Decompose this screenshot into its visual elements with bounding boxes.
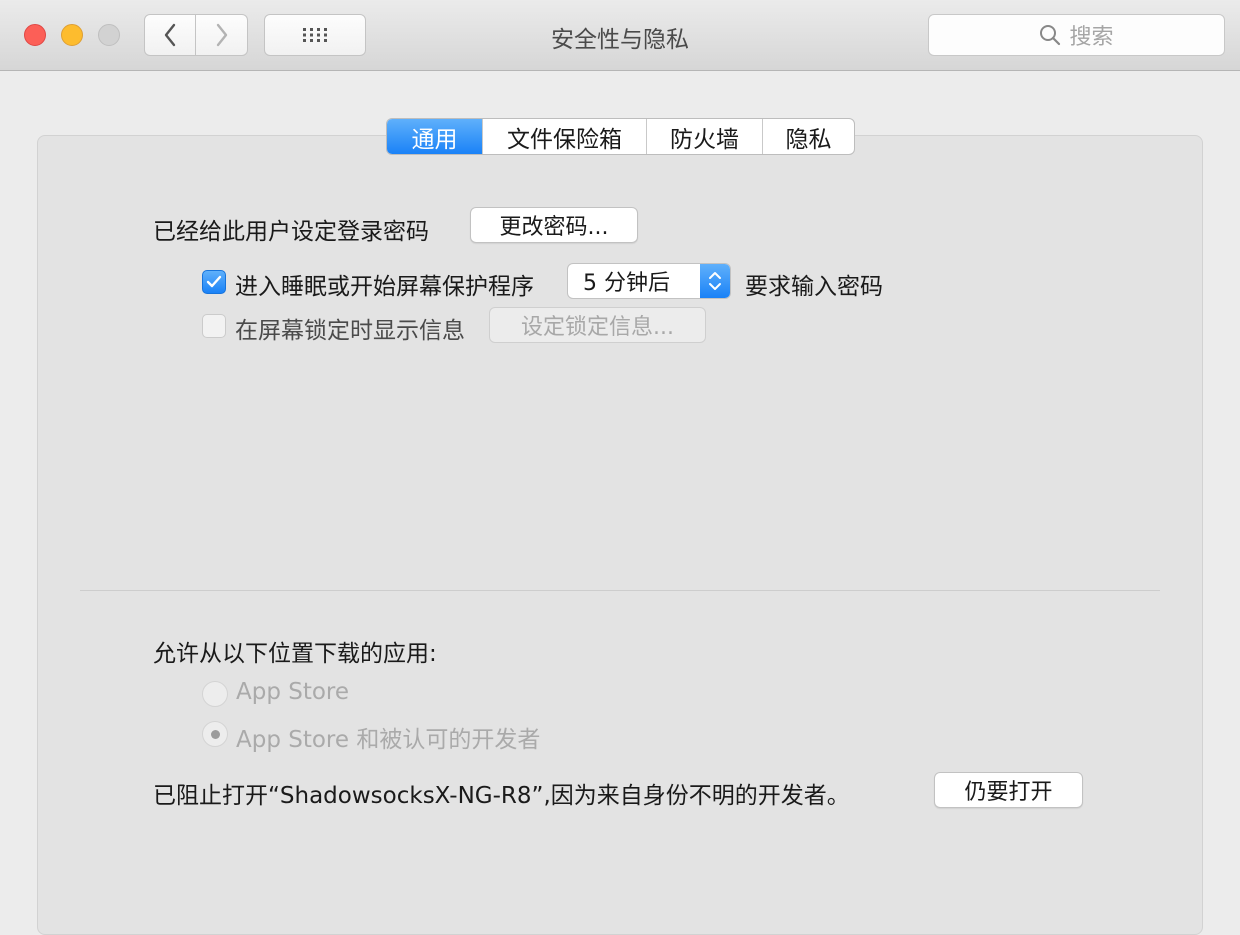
title-bar: 安全性与隐私 搜索 xyxy=(0,0,1240,71)
tab-filevault[interactable]: 文件保险箱 xyxy=(482,119,646,154)
radio-app-store-identified[interactable] xyxy=(202,721,228,747)
back-button[interactable] xyxy=(144,14,196,56)
radio-app-store[interactable] xyxy=(202,681,228,707)
content-panel xyxy=(37,135,1203,935)
lock-message-label: 在屏幕锁定时显示信息 xyxy=(235,318,465,344)
blocked-app-message: 已阻止打开“ShadowsocksX-NG-R8”,因为来自身份不明的开发者。 xyxy=(153,783,850,809)
require-password-checkbox[interactable] xyxy=(202,270,226,294)
require-password-label: 进入睡眠或开始屏幕保护程序 xyxy=(235,274,534,300)
lock-message-checkbox[interactable] xyxy=(202,314,226,338)
minimize-window-button[interactable] xyxy=(61,24,83,46)
require-password-suffix: 要求输入密码 xyxy=(745,274,883,300)
open-anyway-button[interactable]: 仍要打开 xyxy=(934,772,1083,808)
tab-general[interactable]: 通用 xyxy=(387,119,482,154)
section-divider xyxy=(80,590,1160,591)
close-window-button[interactable] xyxy=(24,24,46,46)
window-title: 安全性与隐私 xyxy=(551,27,689,53)
zoom-window-button xyxy=(98,24,120,46)
radio-app-store-identified-label: App Store 和被认可的开发者 xyxy=(236,727,541,753)
chevron-right-icon xyxy=(216,23,227,47)
search-placeholder: 搜索 xyxy=(1069,25,1114,50)
updown-arrows-icon xyxy=(700,264,730,298)
tab-bar: 通用 文件保险箱 防火墙 隐私 xyxy=(386,118,855,155)
require-password-delay-popup[interactable]: 5 分钟后 xyxy=(567,263,731,299)
downloads-heading: 允许从以下位置下载的应用: xyxy=(153,641,437,667)
require-password-delay-value: 5 分钟后 xyxy=(583,271,670,296)
search-icon xyxy=(1040,25,1061,46)
checkmark-icon xyxy=(206,275,222,288)
set-lock-message-button[interactable]: 设定锁定信息... xyxy=(489,307,706,343)
tab-privacy[interactable]: 隐私 xyxy=(762,119,854,154)
radio-selected-dot xyxy=(210,729,220,739)
password-set-label: 已经给此用户设定登录密码 xyxy=(153,219,429,245)
search-field[interactable]: 搜索 xyxy=(928,14,1225,56)
chevron-left-icon xyxy=(164,23,176,47)
show-all-button[interactable] xyxy=(264,14,366,56)
forward-button[interactable] xyxy=(196,14,248,56)
grid-icon xyxy=(303,28,327,42)
tab-firewall[interactable]: 防火墙 xyxy=(646,119,762,154)
radio-app-store-label: App Store xyxy=(236,679,350,705)
change-password-button[interactable]: 更改密码... xyxy=(470,207,638,243)
